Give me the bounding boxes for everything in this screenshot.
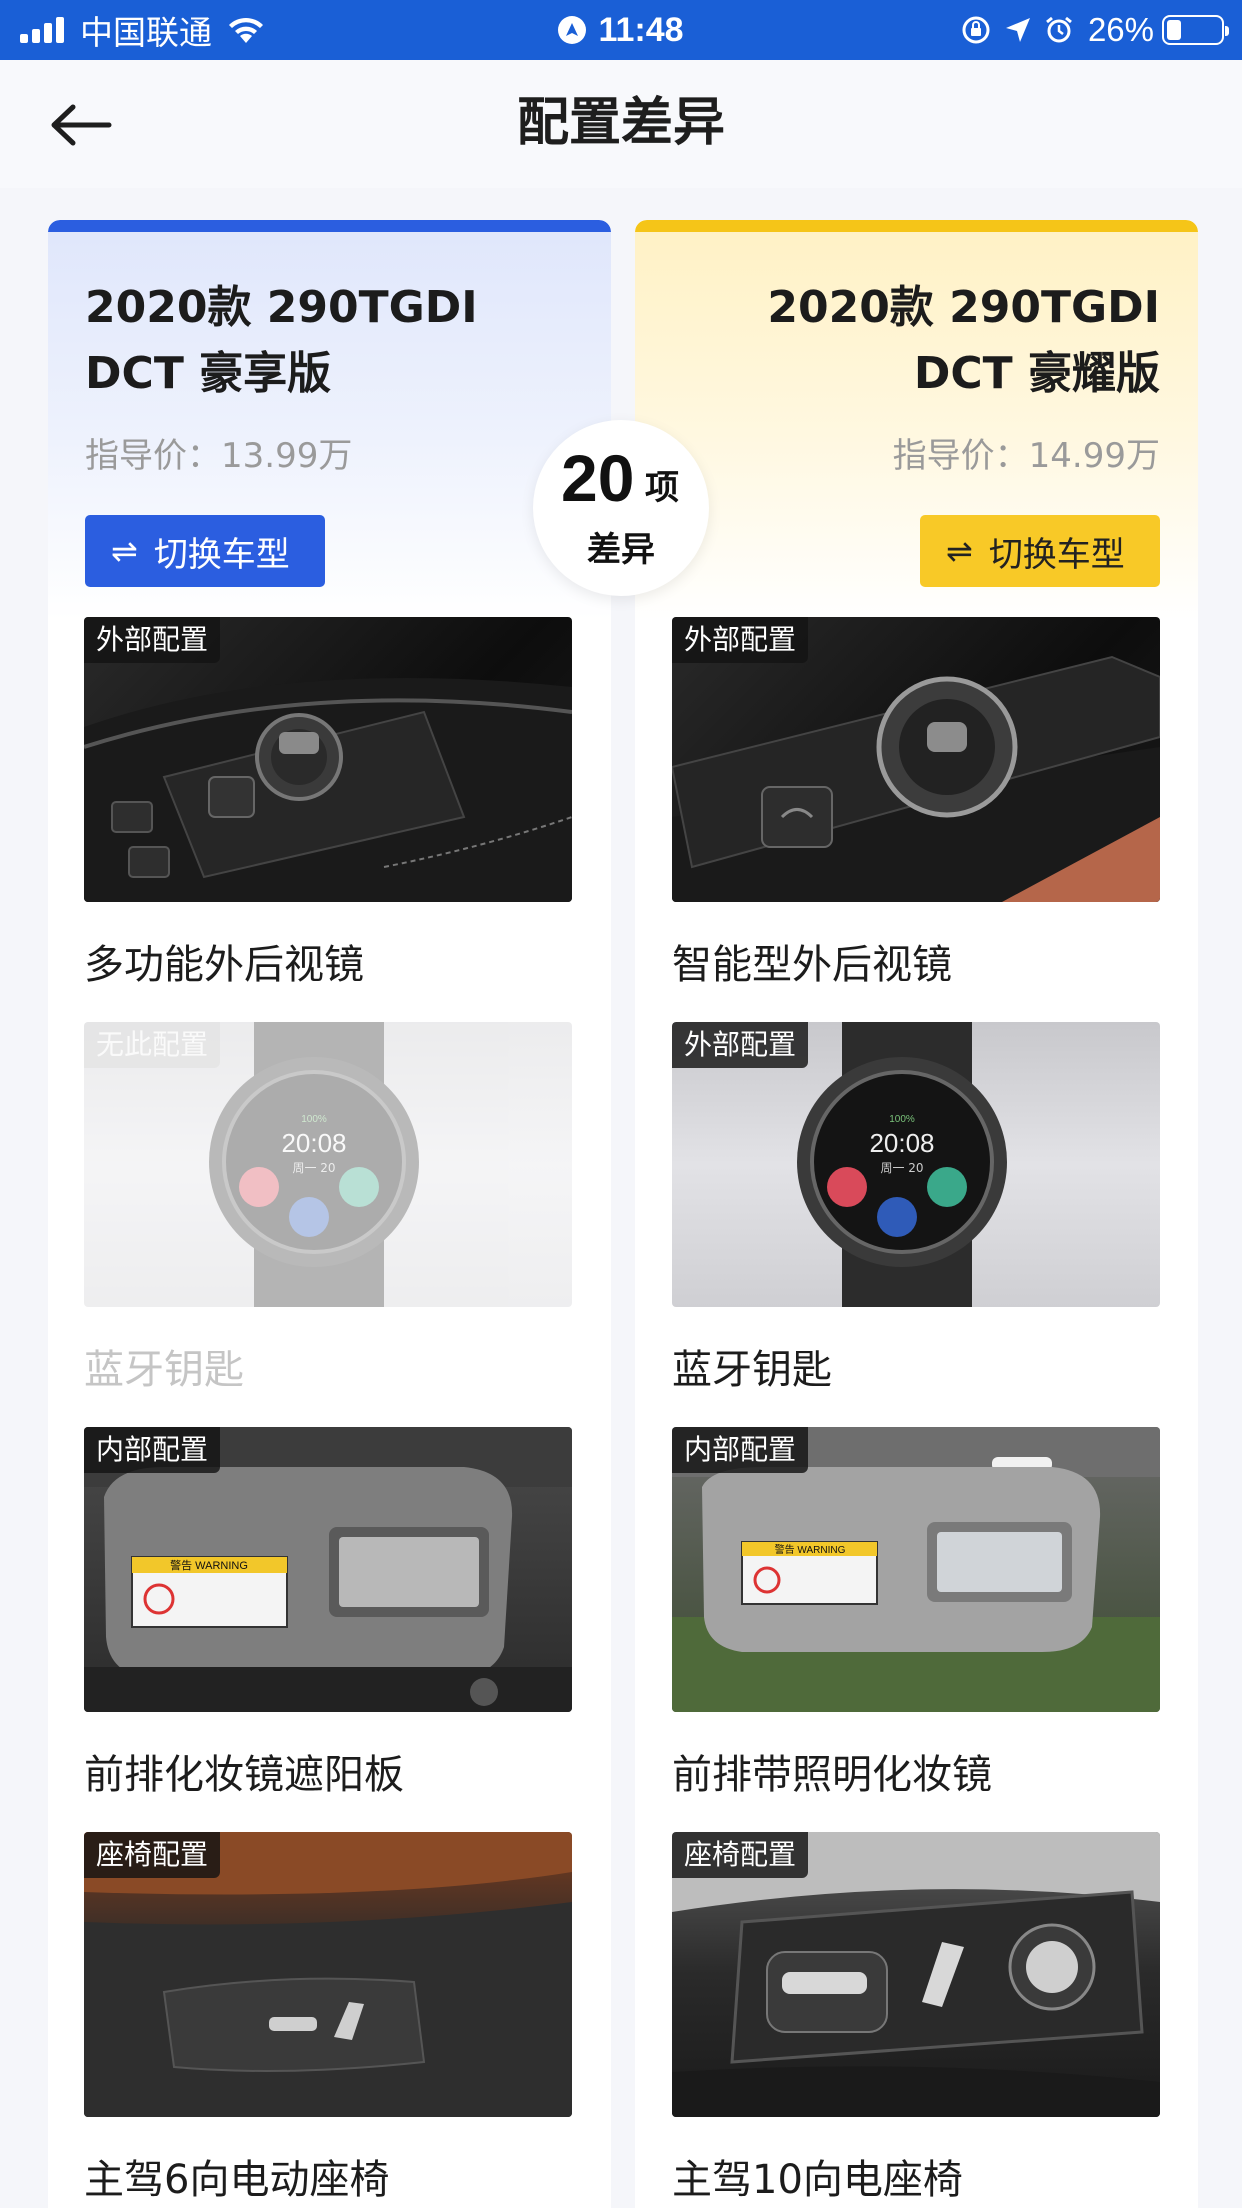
config-category-tag: 内部配置 — [672, 1427, 809, 1473]
navigation-active-icon — [558, 16, 587, 44]
model-name: 2020款 290TGDI DCT 豪耀版 — [680, 275, 1160, 407]
card-accent-bar — [48, 220, 611, 232]
status-time: 11:48 — [598, 10, 684, 49]
watch-date-text: 周一 20 — [880, 1161, 923, 1175]
config-item-name: 多功能外后视镜 — [84, 942, 364, 988]
switch-model-button[interactable]: ⇌ 切换车型 — [85, 515, 325, 587]
config-image-power-seat: 座椅配置 — [672, 1832, 1160, 2117]
config-item-name: 前排化妆镜遮阳板 — [84, 1752, 404, 1798]
watch-time-text: 20:08 — [869, 1128, 934, 1158]
alarm-icon — [1046, 16, 1072, 43]
watch-date-text: 周一 20 — [292, 1161, 335, 1175]
switch-model-label: 切换车型 — [153, 534, 290, 575]
car-card-right: 2020款 290TGDI DCT 豪耀版 指导价：14.99万 ⇌ 切换车型 … — [635, 220, 1198, 2208]
visor-warning-text: 警告 WARNING — [775, 1543, 846, 1556]
switch-model-button[interactable]: ⇌ 切换车型 — [920, 515, 1160, 587]
status-bar: 中国联通 11:48 26% — [0, 0, 1242, 60]
battery-icon — [1162, 15, 1229, 45]
card-accent-bar — [635, 220, 1198, 232]
config-image-bluetooth-key: 100% 20:08 周一 20 外部配置 — [672, 1022, 1160, 1307]
difference-count-badge: 20 项 差异 — [533, 420, 709, 596]
config-image-sun-visor: 警告 WARNING 内部配置 — [84, 1427, 572, 1712]
config-category-tag: 内部配置 — [84, 1427, 221, 1473]
config-item[interactable]: 座椅配置 主驾10向电座椅 — [672, 1832, 1160, 2205]
config-image-bluetooth-key: 100% 20:08 周一 20 无此配置 — [84, 1022, 572, 1307]
config-item-name: 蓝牙钥匙 — [672, 1347, 832, 1393]
nav-bar: 配置差异 — [0, 60, 1242, 188]
guide-price: 指导价：14.99万 — [892, 436, 1160, 476]
config-category-tag: 座椅配置 — [672, 1832, 809, 1878]
config-item[interactable]: 100% 20:08 周一 20 外部配置 蓝牙钥匙 — [672, 1022, 1160, 1395]
page-title: 配置差异 — [516, 93, 725, 153]
visor-warning-text: 警告 WARNING — [170, 1558, 248, 1572]
car-card-left: 2020款 290TGDI DCT 豪享版 指导价：13.99万 ⇌ 切换车型 … — [48, 220, 611, 2208]
swap-icon: ⇌ — [111, 532, 138, 570]
config-image-mirror-control: 外部配置 — [84, 617, 572, 902]
config-item[interactable]: 警告 WARNING 内部配置 前排化妆镜遮阳板 — [84, 1427, 572, 1800]
config-item[interactable]: 警告 WARNING 内部配置 前排带照明化妆镜 — [672, 1427, 1160, 1800]
watch-battery-text: 100% — [301, 1114, 327, 1125]
model-name-line-2: DCT 豪耀版 — [913, 348, 1160, 399]
difference-label: 差异 — [587, 530, 655, 570]
config-category-tag: 外部配置 — [84, 617, 221, 663]
model-name-line-1: 2020款 290TGDI — [85, 282, 478, 333]
config-item-name: 蓝牙钥匙 — [84, 1347, 244, 1393]
config-item[interactable]: 外部配置 智能型外后视镜 — [672, 617, 1160, 990]
config-category-tag: 外部配置 — [672, 617, 809, 663]
config-category-tag: 座椅配置 — [84, 1832, 221, 1878]
config-item[interactable]: 座椅配置 主驾6向电动座椅 — [84, 1832, 572, 2205]
config-item-name: 主驾10向电座椅 — [672, 2157, 963, 2203]
swap-icon: ⇌ — [946, 532, 973, 570]
model-name-line-2: DCT 豪享版 — [85, 348, 332, 399]
watch-time-text: 20:08 — [281, 1128, 346, 1158]
switch-model-label: 切换车型 — [988, 534, 1125, 575]
guide-price: 指导价：13.99万 — [85, 436, 353, 476]
location-arrow-icon — [1005, 18, 1030, 42]
battery-percentage: 26% — [1087, 11, 1154, 48]
config-item-name: 前排带照明化妆镜 — [672, 1752, 992, 1798]
config-image-power-seat: 座椅配置 — [84, 1832, 572, 2117]
orientation-lock-icon — [962, 16, 990, 44]
config-category-tag: 外部配置 — [672, 1022, 809, 1068]
model-name: 2020款 290TGDI DCT 豪享版 — [85, 275, 565, 407]
difference-unit: 项 — [645, 468, 679, 508]
watch-battery-text: 100% — [889, 1114, 915, 1125]
difference-count: 20 — [561, 441, 635, 515]
config-item[interactable]: 100% 20:08 周一 20 无此配置 蓝牙钥匙 — [84, 1022, 572, 1395]
model-name-line-1: 2020款 290TGDI — [767, 282, 1160, 333]
config-item[interactable]: 外部配置 多功能外后视镜 — [84, 617, 572, 990]
config-image-lit-vanity-mirror: 警告 WARNING 内部配置 — [672, 1427, 1160, 1712]
config-image-mirror-control: 外部配置 — [672, 617, 1160, 902]
config-item-name: 主驾6向电动座椅 — [84, 2157, 390, 2203]
config-category-tag: 无此配置 — [84, 1022, 221, 1068]
config-item-name: 智能型外后视镜 — [672, 942, 952, 988]
